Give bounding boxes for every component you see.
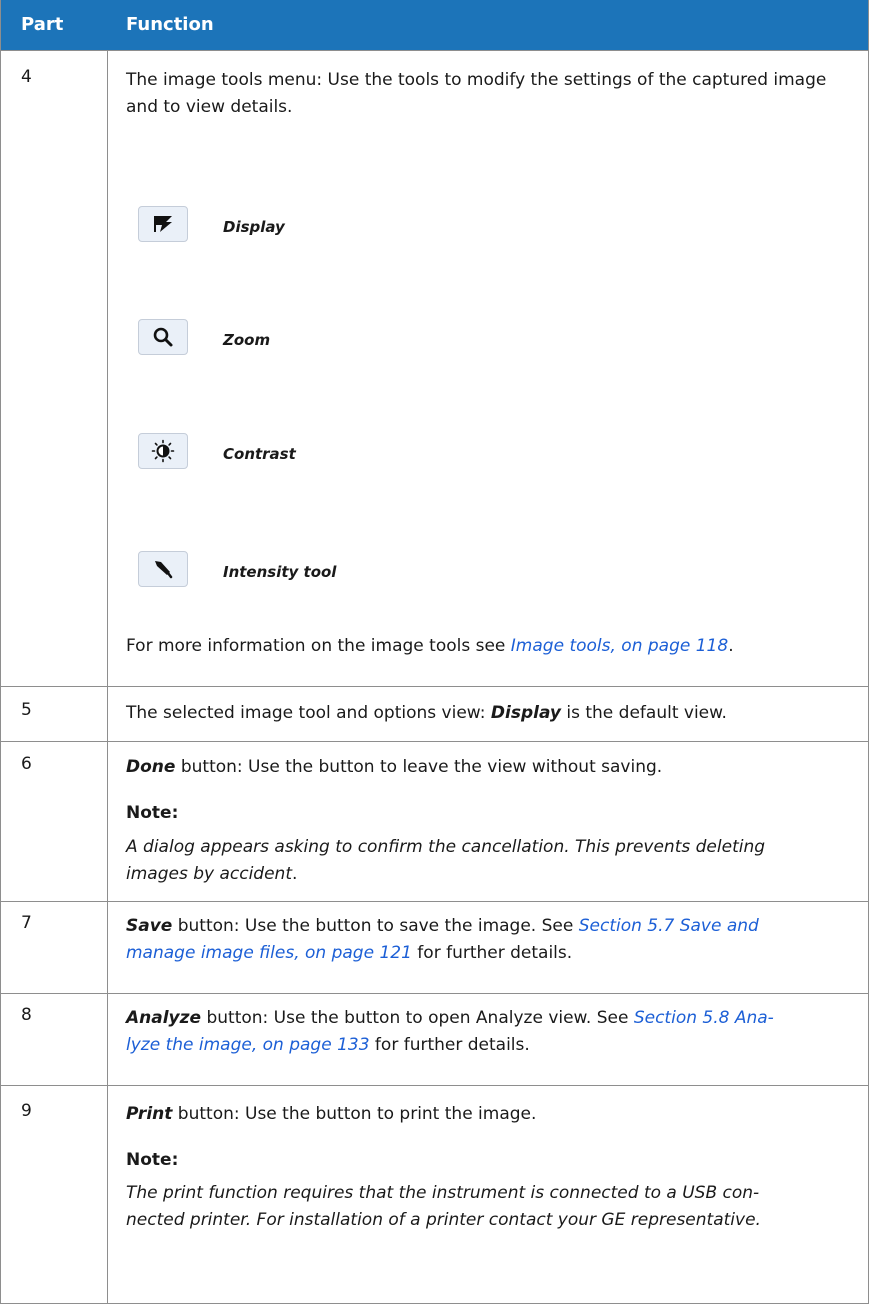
part-number: 4 (21, 67, 32, 87)
analyze-section-link-cont[interactable]: lyze the image, on page 133 (126, 1035, 370, 1055)
table-row: 6 Done button: Use the button to leave t… (1, 741, 868, 901)
header-function: Function (126, 14, 214, 35)
table-row: 8 Analyze button: Use the button to open… (1, 993, 868, 1085)
row4-intro: The image tools menu: Use the tools to m… (126, 70, 827, 117)
part-number: 7 (21, 913, 32, 933)
part-number: 9 (21, 1101, 32, 1121)
row5-text: The selected image tool and options view… (126, 703, 727, 723)
part-number: 5 (21, 700, 32, 720)
row9-note: The print function requires that the ins… (126, 1183, 761, 1230)
tool-label-contrast: Contrast (223, 445, 296, 463)
row6-text: Done button: Use the button to leave the… (126, 757, 663, 777)
save-section-link-cont[interactable]: manage image files, on page 121 (126, 943, 412, 963)
zoom-icon (138, 319, 188, 355)
display-icon (138, 206, 188, 242)
header-part: Part (21, 14, 64, 35)
table-header: Part Function (1, 0, 868, 50)
row9-text: Print button: Use the button to print th… (126, 1104, 537, 1124)
row7-text: Save button: Use the button to save the … (126, 916, 759, 963)
image-tools-link[interactable]: Image tools, on page 118 (511, 636, 728, 656)
note-label: Note: (126, 1150, 179, 1170)
table-row: 9 Print button: Use the button to print … (1, 1085, 868, 1304)
intensity-dropper-icon (138, 551, 188, 587)
note-label: Note: (126, 803, 179, 823)
table-row: 7 Save button: Use the button to save th… (1, 901, 868, 993)
tool-label-intensity: Intensity tool (223, 563, 337, 581)
row4-more-info: For more information on the image tools … (126, 636, 734, 656)
contrast-icon (138, 433, 188, 469)
parts-table: Part Function 4 The image tools menu: Us… (0, 0, 869, 1304)
row6-note: A dialog appears asking to confirm the c… (126, 837, 766, 884)
save-section-link[interactable]: Section 5.7 Save and (579, 916, 759, 936)
table-row: 4 The image tools menu: Use the tools to… (1, 50, 868, 686)
tool-label-display: Display (223, 218, 285, 236)
table-row: 5 The selected image tool and options vi… (1, 686, 868, 741)
analyze-section-link[interactable]: Section 5.8 Ana- (634, 1008, 774, 1028)
part-number: 6 (21, 754, 32, 774)
tool-label-zoom: Zoom (223, 331, 271, 349)
part-number: 8 (21, 1005, 32, 1025)
row8-text: Analyze button: Use the button to open A… (126, 1008, 774, 1055)
